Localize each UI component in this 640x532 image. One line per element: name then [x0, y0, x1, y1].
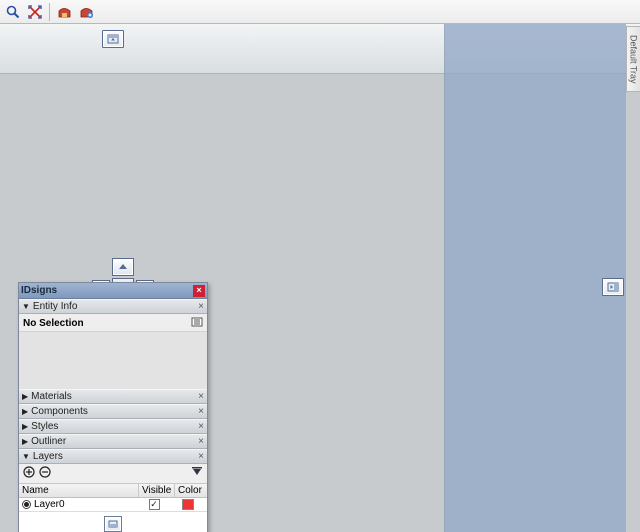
layer-name: Layer0	[34, 499, 65, 510]
dock-cross-up[interactable]	[112, 258, 134, 276]
dock-target-top[interactable]	[102, 30, 124, 48]
layers-header[interactable]: ▼Layers ×	[19, 449, 207, 464]
remove-layer-button[interactable]	[39, 466, 51, 481]
layer-visible-checkbox[interactable]: ✓	[149, 499, 160, 510]
layer-row[interactable]: Layer0 ✓	[19, 498, 207, 511]
section-close-icon[interactable]: ×	[198, 451, 204, 462]
styles-header[interactable]: ▶Styles ×	[19, 419, 207, 434]
tray-titlebar[interactable]: IDsigns ×	[19, 283, 207, 299]
layer-color-swatch[interactable]	[182, 499, 194, 510]
extension-warehouse-button[interactable]	[76, 2, 96, 22]
entity-info-header[interactable]: ▼Entity Info ×	[19, 299, 207, 314]
layers-columns: Name Visible Color	[19, 484, 207, 498]
zoom-tool-button[interactable]	[3, 2, 23, 22]
col-color[interactable]: Color	[175, 484, 207, 497]
tray-title-text: IDsigns	[21, 285, 57, 296]
materials-header[interactable]: ▶Materials ×	[19, 389, 207, 404]
add-layer-button[interactable]	[23, 466, 35, 481]
section-close-icon[interactable]: ×	[198, 406, 204, 417]
section-close-icon[interactable]: ×	[198, 301, 204, 312]
entity-info-body: No Selection	[19, 314, 207, 331]
details-toggle-icon[interactable]	[191, 317, 203, 330]
layer-active-radio[interactable]	[22, 500, 31, 509]
col-visible[interactable]: Visible	[139, 484, 175, 497]
layers-label: Layers	[33, 451, 63, 462]
layers-toolbar	[19, 464, 207, 484]
dock-preview-right	[444, 24, 626, 532]
dock-target-right[interactable]	[602, 278, 624, 296]
styles-label: Styles	[31, 421, 58, 432]
warehouse-button[interactable]	[54, 2, 74, 22]
tray-panel[interactable]: IDsigns × ▼Entity Info × No Selection ▶M…	[18, 282, 208, 532]
no-selection-label: No Selection	[23, 318, 84, 329]
main-toolbar	[0, 0, 640, 24]
layers-menu-button[interactable]	[191, 466, 203, 481]
default-tray-tab[interactable]: Default Tray	[626, 26, 640, 92]
tray-footer	[19, 511, 207, 532]
tray-close-button[interactable]: ×	[193, 285, 205, 297]
toolbar-separator	[49, 3, 50, 21]
components-label: Components	[31, 406, 88, 417]
materials-label: Materials	[31, 391, 72, 402]
entity-info-empty-area	[19, 331, 207, 389]
layers-body: Name Visible Color Layer0 ✓	[19, 464, 207, 511]
entity-info-label: Entity Info	[33, 301, 77, 312]
components-header[interactable]: ▶Components ×	[19, 404, 207, 419]
section-close-icon[interactable]: ×	[198, 421, 204, 432]
section-close-icon[interactable]: ×	[198, 391, 204, 402]
outliner-label: Outliner	[31, 436, 66, 447]
section-close-icon[interactable]: ×	[198, 436, 204, 447]
zoom-extents-button[interactable]	[25, 2, 45, 22]
col-name[interactable]: Name	[19, 484, 139, 497]
outliner-header[interactable]: ▶Outliner ×	[19, 434, 207, 449]
dock-target-bottom-mini[interactable]	[104, 516, 122, 532]
